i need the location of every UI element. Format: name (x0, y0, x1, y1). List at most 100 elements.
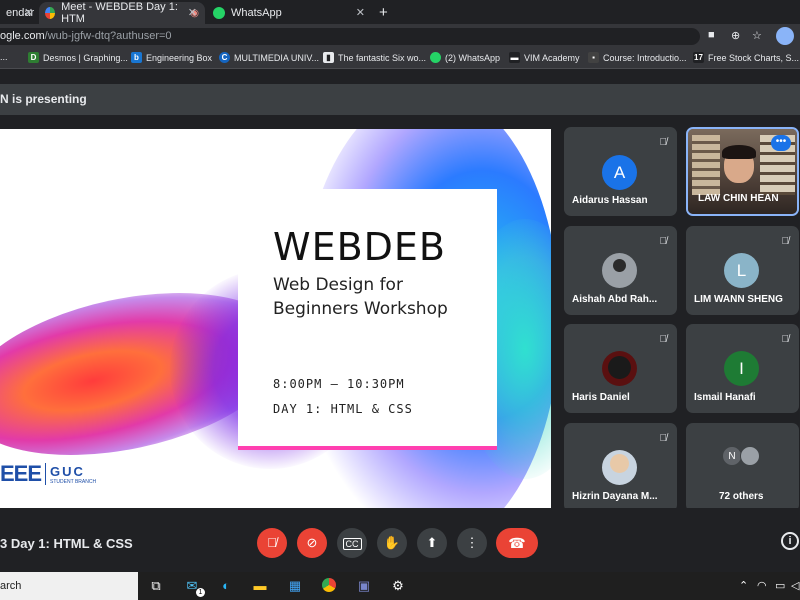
captions-icon: CC (342, 538, 362, 550)
bookmark-label: Free Stock Charts, S... (708, 52, 800, 63)
bookmark-label: MULTIMEDIA UNIV... (234, 52, 320, 63)
participant-tile[interactable]: 🎙̸ Aishah Abd Rah... (564, 226, 677, 315)
avatar-photo (613, 259, 626, 272)
bookmark-label: ... (0, 52, 8, 62)
avatar: I (724, 351, 759, 386)
edge-icon[interactable]: ◐ (218, 578, 234, 594)
slide-time: 8:00PM – 10:30PM (273, 377, 405, 391)
chrome-icon[interactable] (321, 578, 337, 594)
participant-name: LAW CHIN HEAN (698, 193, 779, 204)
avatar-photo (610, 454, 629, 473)
participant-name: LIM WANN SHENG (694, 294, 783, 305)
teams-icon[interactable]: ▣ (356, 578, 372, 594)
slide-day: DAY 1: HTML & CSS (273, 402, 413, 416)
close-icon[interactable]: ✕ (356, 6, 365, 19)
desmos-icon: D (28, 52, 39, 63)
search-placeholder: arch (0, 580, 22, 592)
camera-icon[interactable]: ■ (708, 29, 715, 41)
bookshelf-image (692, 135, 720, 195)
mail-badge: 1 (196, 588, 205, 597)
camera-toggle-button[interactable]: ⊘ (297, 528, 327, 558)
zoom-icon[interactable]: ⊕ (731, 29, 740, 42)
url-host: ogle.com (0, 30, 45, 42)
bookmark-item[interactable]: b Engineering Box (131, 52, 212, 63)
whatsapp-icon (213, 7, 225, 19)
tab-meet[interactable]: Meet - WEBDEB Day 1: HTM ◉ ✕ (39, 1, 205, 25)
leave-call-button[interactable]: ☎ (496, 528, 538, 558)
address-bar-row: ogle.com/wub-jgfw-dtq?authuser=0 ■ ⊕ ☆ (0, 24, 800, 48)
present-icon: ⬆ (426, 535, 438, 550)
bookmark-item[interactable]: ▮ The fantastic Six wo... (323, 52, 426, 63)
bookmarks-bar: ... D Desmos | Graphing... b Engineering B… (0, 48, 800, 69)
slide-title: WEBDEB (273, 225, 446, 269)
url-field[interactable]: ogle.com/wub-jgfw-dtq?authuser=0 (0, 28, 700, 45)
presentation-slide: WEBDEB Web Design for Beginners Workshop… (0, 129, 551, 508)
hand-icon: ✋ (383, 535, 401, 550)
ieee-logo: EEE GUC STUDENT BRANCH (0, 461, 96, 487)
others-count: 72 others (719, 491, 764, 502)
participant-tile[interactable]: 🎙̸ Hizrin Dayana M... (564, 423, 677, 512)
participant-tile-speaking[interactable]: ••• LAW CHIN HEAN (686, 127, 799, 216)
participant-tile[interactable]: 🎙̸ I Ismail Hanafi (686, 324, 799, 413)
participant-tile[interactable]: 🎙̸ Haris Daniel (564, 324, 677, 413)
settings-icon[interactable]: ⚙ (390, 578, 406, 594)
volume-icon[interactable]: ◁ (791, 579, 799, 592)
url-path: /wub-jgfw-dtq?authuser=0 (44, 30, 172, 42)
browser-tab-bar: endar ✕ Meet - WEBDEB Day 1: HTM ◉ ✕ Wha… (0, 0, 800, 25)
avatar: A (602, 155, 637, 190)
folder-icon[interactable]: ▬ (252, 578, 268, 594)
vim-icon: ▬ (509, 52, 520, 63)
mic-off-icon: 🎙̸ (659, 137, 668, 148)
presenting-bar: N is presenting (0, 84, 800, 115)
bookmark-item[interactable]: ... (0, 52, 8, 62)
close-icon[interactable]: ✕ (188, 6, 197, 19)
bookmark-item[interactable]: (2) WhatsApp (430, 52, 500, 63)
tab-label: Meet - WEBDEB Day 1: HTM (61, 1, 178, 25)
box-icon: b (131, 52, 142, 63)
tv-icon: 17 (693, 52, 704, 63)
info-icon: i (788, 535, 792, 547)
tab-label: WhatsApp (231, 7, 282, 19)
mic-off-icon: 🎙̸ (781, 334, 790, 345)
tab-whatsapp[interactable]: WhatsApp ✕ (207, 2, 373, 24)
new-tab-button[interactable]: + (379, 4, 388, 21)
raise-hand-button[interactable]: ✋ (377, 528, 407, 558)
taskbar-search[interactable]: arch (0, 572, 138, 600)
others-tile[interactable]: N 72 others (686, 423, 799, 512)
meeting-info-button[interactable]: i (781, 532, 799, 550)
participant-name: Hizrin Dayana M... (572, 491, 658, 502)
star-icon[interactable]: ☆ (752, 29, 762, 42)
participant-tile[interactable]: 🎙̸ L LIM WANN SHENG (686, 226, 799, 315)
avatar (602, 450, 637, 485)
bookmark-item[interactable]: 17 Free Stock Charts, S... (693, 52, 799, 63)
avatar: N (722, 446, 742, 466)
mic-toggle-button[interactable]: 🎙̸ (257, 528, 287, 558)
whatsapp-icon (430, 52, 441, 63)
task-view-icon[interactable]: ⧉ (148, 578, 164, 594)
avatar (602, 253, 637, 288)
wifi-icon[interactable]: ◠ (757, 579, 767, 592)
battery-icon[interactable]: ▭ (775, 579, 785, 592)
bookmark-item[interactable]: D Desmos | Graphing... (28, 52, 128, 63)
participant-name: Aishah Abd Rah... (572, 294, 658, 305)
participant-name: Ismail Hanafi (694, 392, 756, 403)
store-icon[interactable]: ▦ (287, 578, 303, 594)
participant-tile[interactable]: 🎙̸ A Aidarus Hassan (564, 127, 677, 216)
captions-button[interactable]: CC (337, 528, 367, 558)
avatar-photo (740, 446, 760, 466)
profile-avatar[interactable] (776, 27, 794, 45)
close-icon[interactable]: ✕ (24, 6, 33, 19)
bookmark-item[interactable]: ▪ Course: Introductio... (588, 52, 687, 63)
page-icon: ▮ (323, 52, 334, 63)
present-button[interactable]: ⬆ (417, 528, 447, 558)
mic-off-icon: 🎙̸ (267, 535, 277, 550)
more-options-button[interactable]: ⋮ (457, 528, 487, 558)
meeting-controls-bar: 3 Day 1: HTML & CSS 🎙̸ ⊘ CC ✋ ⬆ ⋮ ☎ i (0, 508, 800, 580)
chevron-up-icon[interactable]: ⌃ (739, 579, 748, 592)
bookmark-item[interactable]: ▬ VIM Academy (509, 52, 580, 63)
camera-off-icon: ⊘ (306, 535, 318, 550)
logo-ieee: EEE (0, 461, 42, 486)
c-icon: C (219, 52, 230, 63)
bookmark-item[interactable]: C MULTIMEDIA UNIV... (219, 52, 319, 63)
more-options-icon[interactable]: ••• (771, 135, 791, 151)
